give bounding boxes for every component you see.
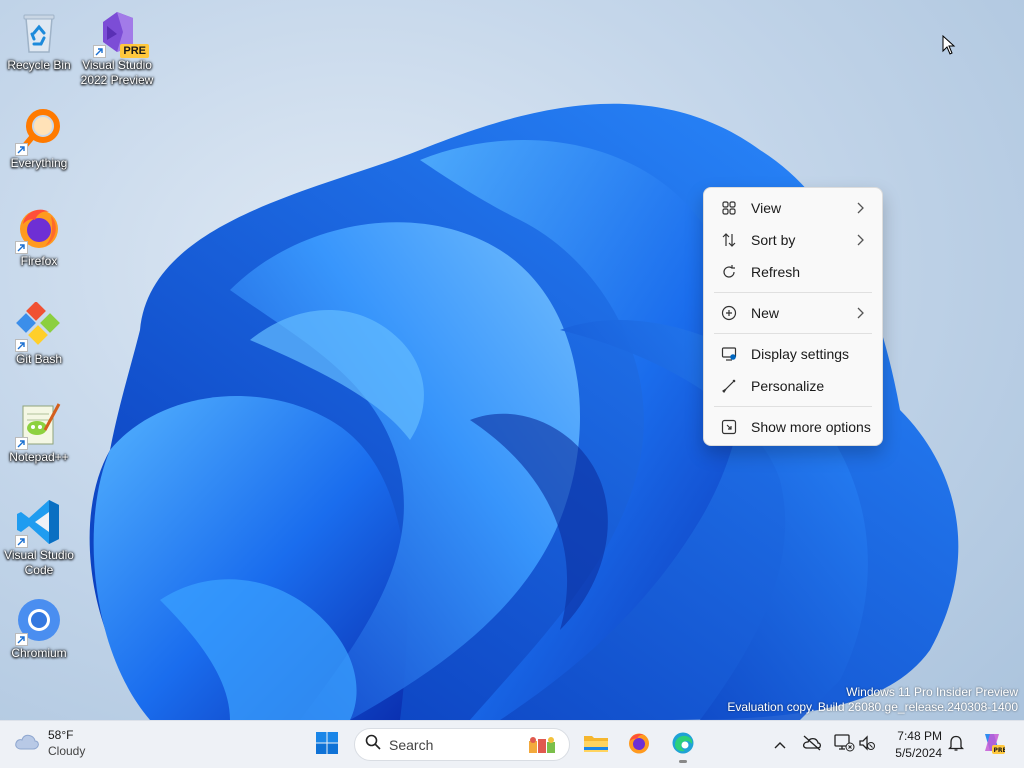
firefox-icon	[15, 204, 63, 254]
desktop-icon-label: Visual Studio	[4, 548, 74, 562]
shortcut-arrow-icon	[15, 437, 28, 450]
desktop-icon-label-line2: Code	[24, 563, 54, 577]
active-indicator	[679, 760, 687, 763]
shortcut-arrow-icon	[93, 45, 106, 58]
taskbar-clock[interactable]: 7:48 PM 5/5/2024	[884, 728, 942, 762]
bell-icon	[947, 734, 965, 757]
notifications-button[interactable]	[940, 727, 972, 763]
copilot-button[interactable]: PRE	[974, 727, 1010, 763]
volume-muted-icon	[858, 734, 876, 756]
desktop-icon-chromium[interactable]: Chromium	[0, 596, 78, 661]
weather-temperature: 58°F	[48, 728, 74, 742]
desktop-icon-git-bash[interactable]: Git Bash	[0, 301, 78, 367]
desktop-icon-recycle-bin[interactable]: Recycle Bin	[0, 8, 78, 73]
shortcut-arrow-icon	[15, 339, 28, 352]
desktop-icon-label-line2: 2022 Preview	[80, 73, 154, 87]
chromium-icon	[15, 596, 63, 646]
svg-text:PRE: PRE	[994, 747, 1006, 754]
search-highlight-icon	[527, 735, 561, 760]
personalize-brush-icon	[720, 377, 738, 395]
visual-studio-icon: PRE	[93, 8, 149, 58]
chevron-right-icon	[856, 233, 864, 249]
everything-search-icon	[15, 106, 63, 156]
taskbar-search-box[interactable]: Search	[354, 728, 570, 761]
shortcut-arrow-icon	[15, 143, 28, 156]
watermark-line-2: Evaluation copy. Build 26080.ge_release.…	[727, 700, 1018, 714]
shortcut-arrow-icon	[15, 241, 28, 254]
desktop-icon-label: Notepad++	[9, 450, 69, 464]
desktop-icon-label: Git Bash	[15, 352, 63, 366]
display-settings-icon	[720, 345, 738, 363]
new-plus-icon	[720, 304, 738, 322]
menu-item-sort-by[interactable]: Sort by	[708, 224, 878, 256]
chevron-right-icon	[856, 306, 864, 322]
copilot-preview-icon: PRE	[979, 731, 1007, 760]
menu-item-personalize[interactable]: Personalize	[708, 370, 878, 402]
clock-time: 7:48 PM	[897, 729, 942, 743]
menu-item-label: Sort by	[751, 232, 796, 248]
chevron-up-icon	[774, 736, 786, 754]
menu-item-label: View	[751, 200, 782, 216]
desktop-icon-label: Visual Studio	[82, 58, 152, 72]
onedrive-offline-icon	[802, 735, 822, 756]
taskbar-firefox[interactable]	[621, 727, 657, 763]
desktop-icon-label: Firefox	[20, 254, 58, 268]
git-bash-icon	[15, 301, 63, 352]
menu-item-label: Refresh	[751, 264, 801, 280]
shortcut-arrow-icon	[15, 633, 28, 646]
firefox-icon	[627, 731, 651, 760]
menu-item-refresh[interactable]: Refresh	[708, 256, 878, 288]
menu-separator	[714, 292, 872, 293]
menu-item-view[interactable]: View	[708, 192, 878, 224]
clock-date: 5/5/2024	[895, 746, 942, 760]
menu-item-label: Display settings	[751, 346, 850, 362]
taskbar-file-explorer[interactable]	[578, 727, 614, 763]
desktop-icon-firefox[interactable]: Firefox	[0, 204, 78, 269]
menu-item-show-more-options[interactable]: Show more options	[708, 411, 878, 443]
search-label: Search	[389, 736, 434, 753]
evaluation-watermark: Windows 11 Pro Insider Preview Evaluatio…	[727, 685, 1018, 715]
desktop-icon-notepad-plus-plus[interactable]: Notepad++	[0, 400, 78, 465]
menu-item-label: Show more options	[751, 419, 871, 435]
weather-condition: Cloudy	[48, 744, 86, 758]
preview-badge: PRE	[120, 44, 149, 58]
desktop-context-menu: View Sort by Refresh New Display setting…	[703, 187, 883, 446]
view-grid-icon	[720, 199, 738, 217]
recycle-bin-icon	[15, 8, 63, 56]
menu-item-label: Personalize	[751, 378, 825, 394]
vscode-icon	[15, 498, 63, 548]
menu-item-display-settings[interactable]: Display settings	[708, 338, 878, 370]
watermark-line-1: Windows 11 Pro Insider Preview	[846, 685, 1018, 699]
refresh-icon	[720, 263, 738, 281]
mouse-cursor-icon	[942, 35, 956, 55]
desktop-icon-label: Everything	[10, 156, 68, 170]
edge-icon	[671, 731, 695, 760]
windows-start-icon	[315, 731, 339, 760]
desktop-icon-visual-studio-2022-preview[interactable]: PRE Visual Studio 2022 Preview	[78, 8, 156, 88]
notepad-plus-plus-icon	[15, 400, 63, 450]
weather-widget[interactable]: 58°F Cloudy	[14, 727, 85, 759]
volume-status-button[interactable]	[852, 727, 882, 763]
sort-icon	[720, 231, 738, 249]
taskbar-edge[interactable]	[665, 727, 701, 763]
show-more-options-icon	[720, 418, 738, 436]
menu-separator	[714, 333, 872, 334]
show-hidden-icons-button[interactable]	[762, 727, 798, 763]
menu-item-new[interactable]: New	[708, 297, 878, 329]
desktop-icon-label: Recycle Bin	[7, 58, 71, 72]
taskbar: 58°F Cloudy Search 7:48 PM 5/5/2024 PRE	[0, 720, 1024, 768]
cloud-icon	[14, 731, 40, 756]
menu-separator	[714, 406, 872, 407]
menu-item-label: New	[751, 305, 780, 321]
folder-icon	[583, 732, 609, 759]
desktop-icon-visual-studio-code[interactable]: Visual Studio Code	[0, 498, 78, 578]
desktop-icon-everything[interactable]: Everything	[0, 106, 78, 171]
onedrive-status-button[interactable]	[794, 727, 830, 763]
start-button[interactable]	[309, 727, 345, 763]
search-icon	[365, 734, 381, 755]
chevron-right-icon	[856, 201, 864, 217]
desktop-icon-label: Chromium	[11, 646, 67, 660]
shortcut-arrow-icon	[15, 535, 28, 548]
